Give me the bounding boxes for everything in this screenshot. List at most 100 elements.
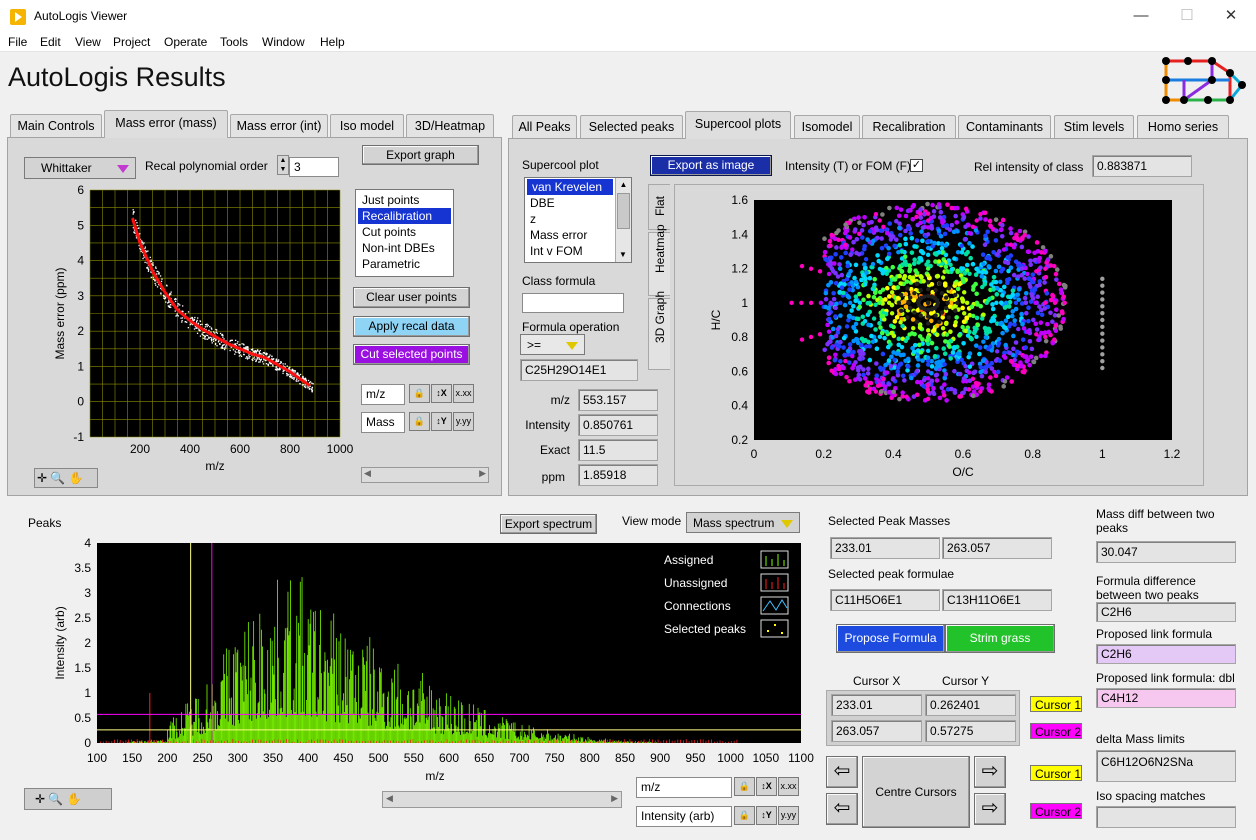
strim-grass-button[interactable]: Strim grass — [945, 624, 1055, 653]
menu-view[interactable]: View — [75, 35, 101, 49]
cursor-2-tag-lower[interactable]: Cursor 2 — [1030, 803, 1082, 819]
cursor-1-right-button[interactable]: ⇨ — [974, 756, 1006, 788]
tab-stim-levels[interactable]: Stim levels — [1054, 115, 1134, 139]
tab-mass-error-int[interactable]: Mass error (int) — [230, 114, 328, 138]
menu-operate[interactable]: Operate — [164, 35, 207, 49]
clear-user-points-button[interactable]: Clear user points — [353, 287, 470, 308]
tab-main-controls[interactable]: Main Controls — [10, 114, 102, 138]
lock-icon[interactable]: 🔒 — [734, 806, 755, 825]
spectrum-y-axis-name[interactable]: Intensity (arb) — [636, 806, 732, 827]
x-format-icon[interactable]: x.xx — [453, 384, 474, 403]
horizontal-scrollbar[interactable]: ◀ ▶ — [361, 467, 489, 483]
propose-formula-button[interactable]: Propose Formula — [836, 624, 945, 653]
tab-selected-peaks[interactable]: Selected peaks — [580, 115, 683, 139]
apply-recal-button[interactable]: Apply recal data — [353, 316, 470, 337]
autoscale-x-icon[interactable]: ↕X — [756, 777, 777, 796]
list-scrollbar[interactable]: ▲ ▼ — [615, 178, 631, 262]
cut-selected-button[interactable]: Cut selected points — [353, 344, 470, 365]
tab-3d-heatmap[interactable]: 3D/Heatmap — [406, 114, 494, 138]
x-axis-name-field[interactable]: m/z — [361, 384, 405, 405]
smoother-dropdown[interactable]: Whittaker — [24, 157, 136, 179]
x-format-icon[interactable]: x.xx — [778, 777, 799, 796]
cursor-1-y[interactable]: 0.262401 — [925, 694, 1016, 716]
tab-iso-model[interactable]: Iso model — [330, 114, 404, 138]
lock-icon[interactable]: 🔒 — [409, 384, 430, 403]
menu-help[interactable]: Help — [320, 35, 345, 49]
lock-icon[interactable]: 🔒 — [734, 777, 755, 796]
export-graph-button[interactable]: Export graph — [362, 145, 479, 165]
export-image-button[interactable]: Export as image — [650, 155, 772, 176]
tab-isomodel[interactable]: Isomodel — [794, 115, 860, 139]
menu-tools[interactable]: Tools — [220, 35, 248, 49]
crosshair-tool-icon[interactable]: ✛ — [35, 792, 45, 806]
spectrum-tools-palette[interactable]: ✛ 🔍 ✋ — [24, 788, 112, 810]
menu-file[interactable]: File — [8, 35, 27, 49]
vtab-heatmap[interactable]: Heatmap — [648, 224, 670, 296]
supercool-option-selected[interactable]: van Krevelen — [527, 179, 613, 195]
plot-option[interactable]: Non-int DBEs — [358, 240, 451, 256]
recal-order-stepper[interactable]: ▲ ▼ — [277, 155, 289, 175]
autoscale-y-icon[interactable]: ↕Y — [756, 806, 777, 825]
cursor-1-x[interactable]: 233.01 — [831, 694, 922, 716]
zoom-tool-icon[interactable]: 🔍 — [48, 792, 63, 806]
recal-order-input[interactable]: 3 — [289, 157, 339, 177]
tab-contaminants[interactable]: Contaminants — [958, 115, 1051, 139]
tab-recalibration[interactable]: Recalibration — [862, 115, 956, 139]
tab-supercool-plots[interactable]: Supercool plots — [685, 111, 791, 139]
y-format-icon[interactable]: y.yy — [453, 412, 474, 431]
vtab-3d-graph[interactable]: 3D Graph — [648, 291, 670, 370]
tab-all-peaks[interactable]: All Peaks — [512, 115, 577, 139]
class-formula-input[interactable] — [522, 293, 624, 313]
cursor-2-y[interactable]: 0.57275 — [925, 720, 1016, 742]
intensity-fom-checkbox[interactable]: ✓ — [910, 159, 923, 172]
scroll-left-icon[interactable]: ◀ — [386, 793, 393, 804]
cursor-1-tag-lower[interactable]: Cursor 1 — [1030, 765, 1082, 781]
plot-options-list[interactable]: Just points Recalibration Cut points Non… — [355, 189, 454, 277]
spectrum-x-axis-name[interactable]: m/z — [636, 777, 732, 798]
crosshair-tool-icon[interactable]: ✛ — [37, 471, 47, 485]
pan-tool-icon[interactable]: ✋ — [69, 471, 84, 485]
y-axis-name-field[interactable]: Mass — [361, 412, 405, 433]
cursor-2-right-button[interactable]: ⇨ — [974, 793, 1006, 825]
zoom-tool-icon[interactable]: 🔍 — [50, 471, 65, 485]
data-point — [155, 284, 157, 286]
menu-project[interactable]: Project — [113, 35, 150, 49]
graph-tools-palette[interactable]: ✛ 🔍 ✋ — [34, 468, 98, 488]
plot-option[interactable]: Cut points — [358, 224, 451, 240]
supercool-plot-list[interactable]: van Krevelen DBE z Mass error Int v FOM … — [524, 177, 632, 263]
menu-window[interactable]: Window — [262, 35, 305, 49]
cursor-1-tag[interactable]: Cursor 1 — [1030, 696, 1082, 712]
autoscale-y-icon[interactable]: ↕Y — [431, 412, 452, 431]
scroll-right-icon[interactable]: ▶ — [479, 468, 486, 479]
mass-error-plot[interactable]: 200 400 600 800 1000 -1 0 1 2 3 4 5 6 m/z Mass error (… — [20, 184, 360, 484]
formula-operation-dropdown[interactable]: >= — [520, 334, 585, 355]
van-krevelen-plot[interactable]: 0 0.2 0.4 0.6 0.8 1 1.20.20.40.60.811.21.41.6O… — [700, 188, 1200, 484]
plot-option-selected[interactable]: Recalibration — [358, 208, 451, 224]
maximize-button[interactable]: ☐ — [1164, 4, 1210, 28]
lock-icon[interactable]: 🔒 — [409, 412, 430, 431]
view-mode-dropdown[interactable]: Mass spectrum — [686, 512, 800, 533]
autoscale-x-icon[interactable]: ↕X — [431, 384, 452, 403]
cursor-2-x[interactable]: 263.057 — [831, 720, 922, 742]
plot-option[interactable]: Just points — [358, 192, 451, 208]
minimize-button[interactable]: — — [1118, 4, 1164, 28]
pan-tool-icon[interactable]: ✋ — [67, 792, 82, 806]
y-format-icon[interactable]: y.yy — [778, 806, 799, 825]
close-button[interactable]: ✕ — [1208, 4, 1254, 28]
tab-mass-error-mass[interactable]: Mass error (mass) — [104, 110, 228, 138]
scroll-thumb[interactable] — [617, 193, 630, 229]
scroll-right-icon[interactable]: ▶ — [611, 793, 618, 804]
scroll-down-icon[interactable]: ▼ — [616, 248, 630, 262]
tab-homo-series[interactable]: Homo series — [1137, 115, 1229, 139]
scroll-left-icon[interactable]: ◀ — [364, 468, 371, 479]
cursor-1-left-button[interactable]: ⇦ — [826, 756, 858, 788]
cursor-2-left-button[interactable]: ⇦ — [826, 793, 858, 825]
data-point — [241, 343, 243, 345]
spectrum-scrollbar[interactable]: ◀ ▶ — [382, 791, 622, 808]
export-spectrum-button[interactable]: Export spectrum — [500, 514, 597, 534]
menu-edit[interactable]: Edit — [40, 35, 61, 49]
scroll-up-icon[interactable]: ▲ — [616, 178, 631, 192]
plot-option[interactable]: Parametric — [358, 256, 451, 272]
centre-cursors-button[interactable]: Centre Cursors — [862, 756, 970, 828]
cursor-2-tag[interactable]: Cursor 2 — [1030, 723, 1082, 739]
